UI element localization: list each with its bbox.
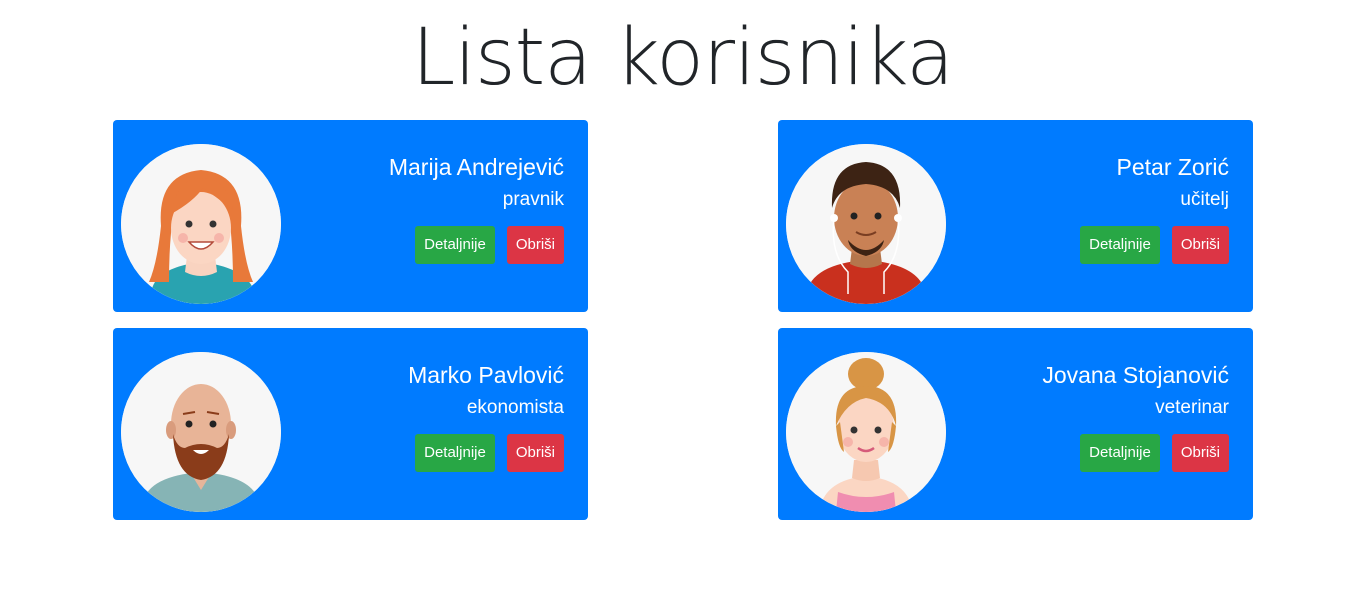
- delete-button[interactable]: Obriši: [1171, 226, 1229, 264]
- user-actions: Detaljnije Obriši: [1042, 434, 1229, 472]
- user-job: učitelj: [1180, 189, 1229, 210]
- user-name: Marija Andrejević: [388, 154, 564, 180]
- details-button[interactable]: Detaljnije: [1080, 226, 1160, 264]
- user-card: Marko Pavlović ekonomista Detaljnije Obr…: [113, 328, 588, 520]
- user-info: Marko Pavlović ekonomista Detaljnije Obr…: [408, 358, 564, 472]
- woman-blonde-bun-avatar-icon: [786, 352, 946, 512]
- user-actions: Detaljnije Obriši: [408, 434, 564, 472]
- page-title: Lista korisnika: [411, 13, 954, 103]
- user-job: ekonomista: [466, 397, 564, 418]
- bald-bearded-man-avatar-icon: [121, 352, 281, 512]
- user-name: Jovana Stojanović: [1042, 362, 1229, 388]
- user-info: Jovana Stojanović veterinar Detaljnije O…: [1042, 358, 1229, 472]
- details-button[interactable]: Detaljnije: [1080, 434, 1160, 472]
- woman-red-hair-avatar-icon: [121, 144, 281, 304]
- delete-button[interactable]: Obriši: [506, 434, 564, 472]
- user-name: Petar Zorić: [1116, 154, 1229, 180]
- user-name: Marko Pavlović: [408, 362, 564, 388]
- delete-button[interactable]: Obriši: [506, 226, 564, 264]
- user-job: veterinar: [1155, 397, 1229, 418]
- user-info: Petar Zorić učitelj Detaljnije Obriši: [1080, 150, 1229, 264]
- details-button[interactable]: Detaljnije: [415, 434, 495, 472]
- user-card: Jovana Stojanović veterinar Detaljnije O…: [778, 328, 1253, 520]
- user-actions: Detaljnije Obriši: [1080, 226, 1229, 264]
- details-button[interactable]: Detaljnije: [415, 226, 495, 264]
- delete-button[interactable]: Obriši: [1171, 434, 1229, 472]
- user-job: pravnik: [502, 189, 564, 210]
- user-actions: Detaljnije Obriši: [389, 226, 564, 264]
- user-card: Petar Zorić učitelj Detaljnije Obriši: [778, 120, 1253, 312]
- man-earphones-avatar-icon: [786, 144, 946, 304]
- user-info: Marija Andrejević pravnik Detaljnije Obr…: [389, 150, 564, 264]
- user-list-page: Lista korisnika Marija Andrejević pravni…: [0, 0, 1365, 591]
- user-card: Marija Andrejević pravnik Detaljnije Obr…: [113, 120, 588, 312]
